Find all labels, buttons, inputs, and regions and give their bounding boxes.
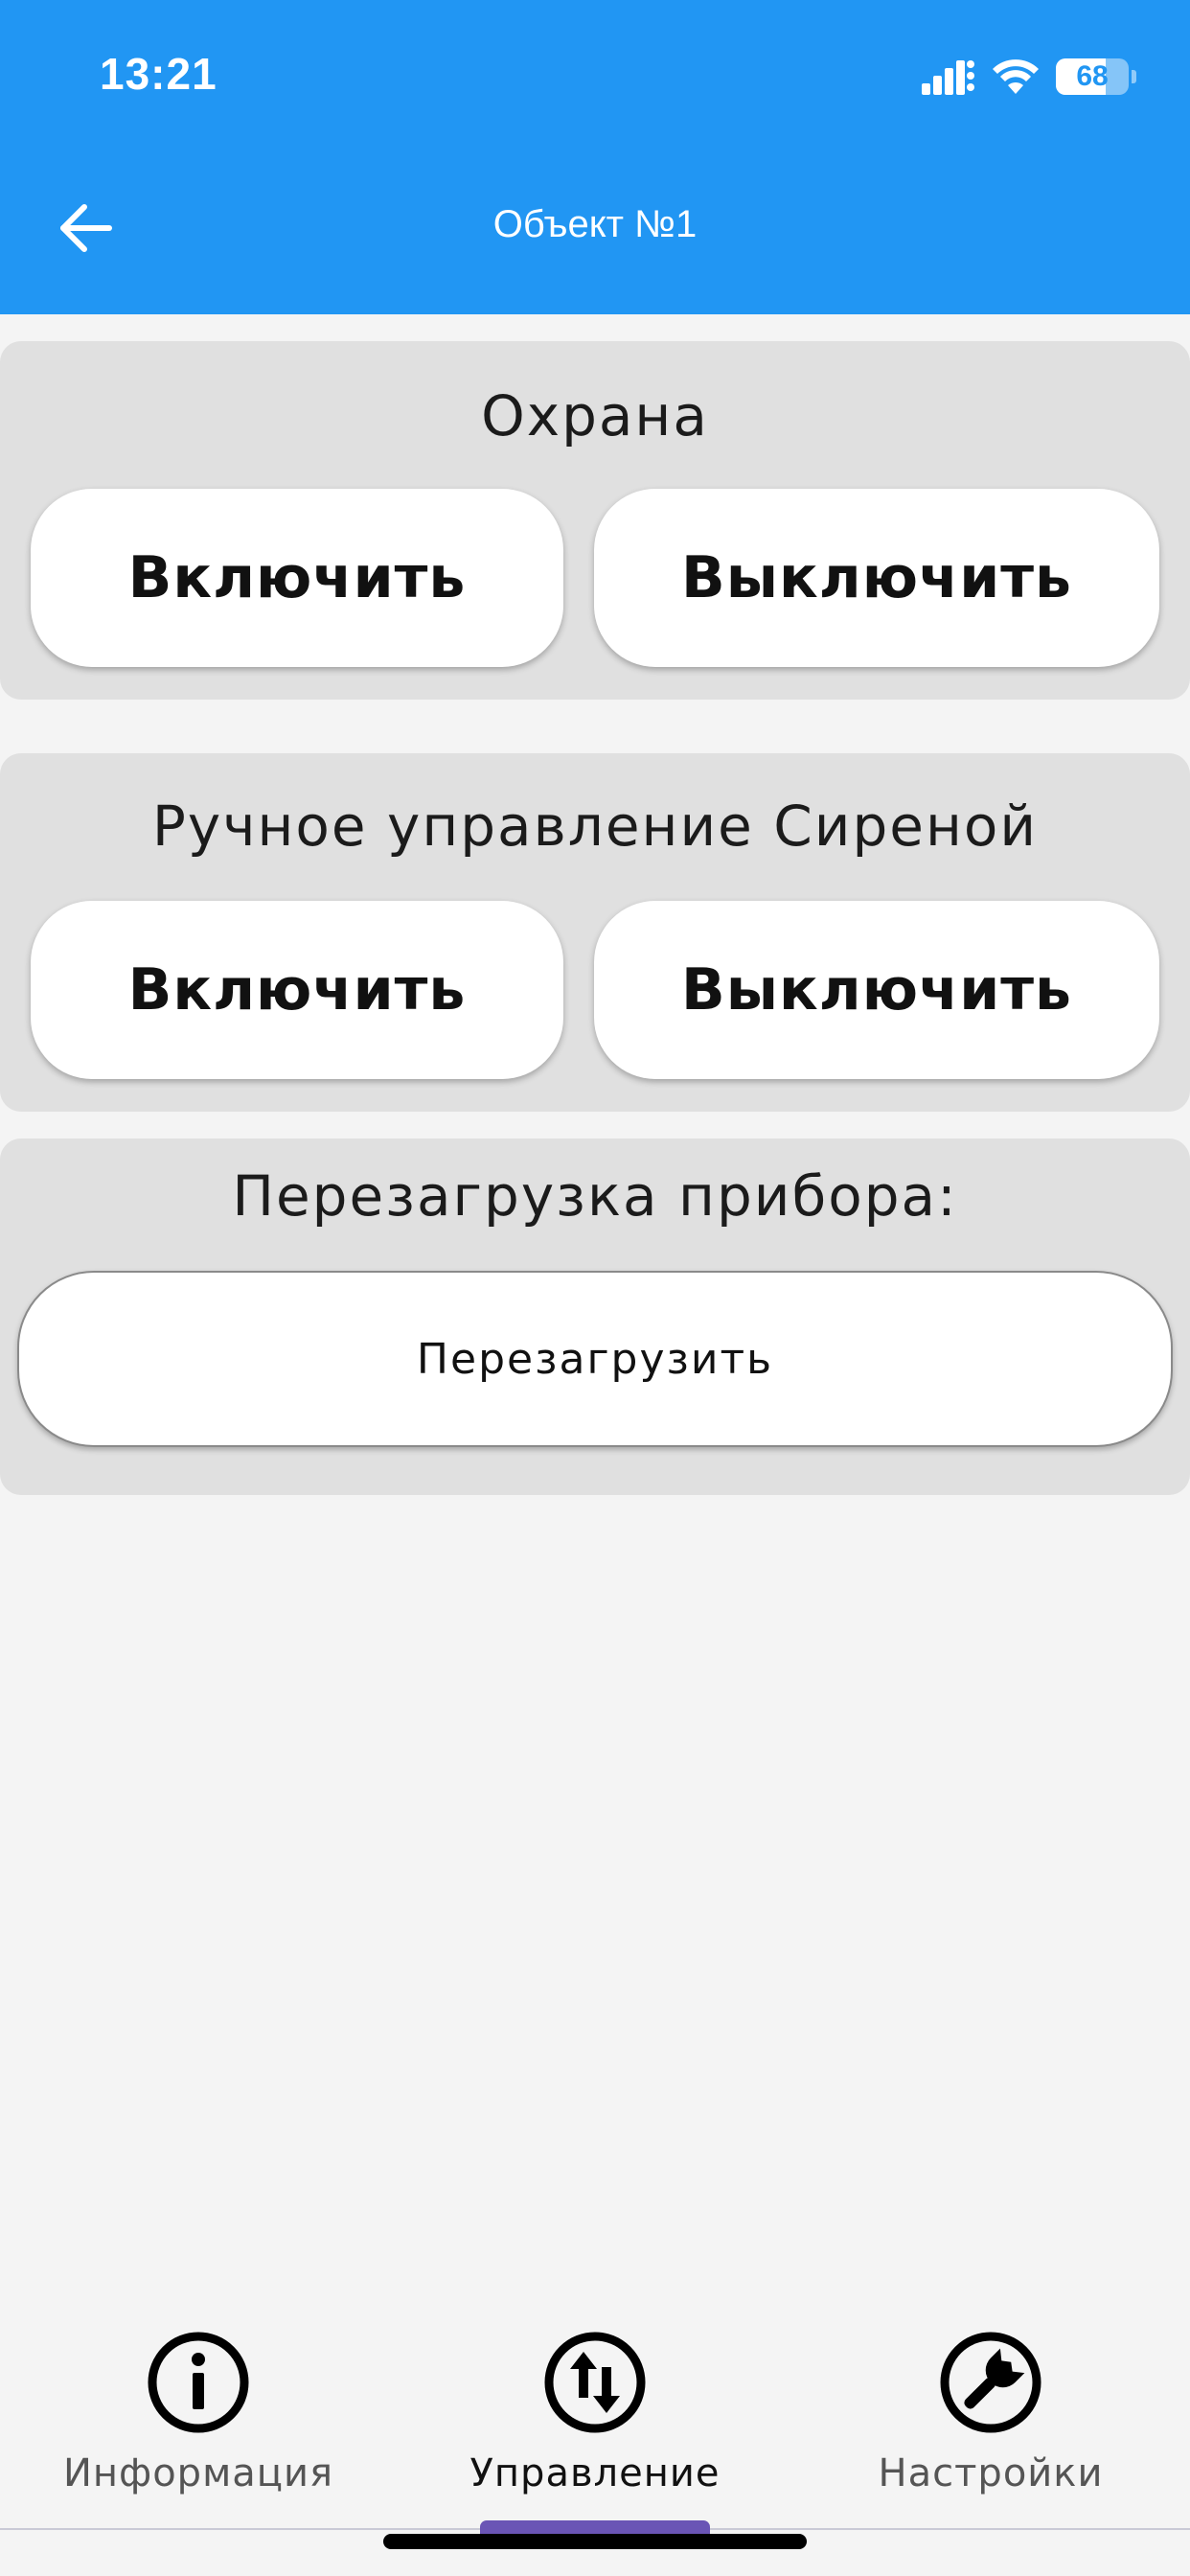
reboot-title: Перезагрузка прибора: [232, 1163, 958, 1229]
app-header: 13:21 68 Объект №1 [0, 0, 1190, 314]
siren-off-button[interactable]: Выключить [594, 901, 1159, 1079]
security-title: Охрана [481, 383, 709, 448]
nav-label-settings: Настройки [878, 2451, 1104, 2496]
info-circle-icon [148, 2332, 249, 2433]
nav-item-info[interactable]: Информация [7, 2331, 390, 2496]
nav-label-control: Управление [469, 2451, 721, 2496]
wrench-circle-icon [940, 2332, 1041, 2433]
wifi-icon [993, 59, 1039, 94]
security-off-button[interactable]: Выключить [594, 489, 1159, 667]
reboot-card: Перезагрузка прибора: Перезагрузить [0, 1138, 1190, 1495]
siren-title: Ручное управление Сиреной [151, 794, 1039, 859]
battery-icon: 68 [1056, 58, 1129, 95]
security-card: Охрана Включить Выключить [0, 341, 1190, 700]
siren-card: Ручное управление Сиреной Включить Выклю… [0, 753, 1190, 1112]
page-title: Объект №1 [492, 203, 698, 245]
battery-level: 68 [1076, 60, 1109, 92]
bottom-navigation: Информация Управление Настройки [0, 2300, 1190, 2530]
status-icons: 68 [922, 56, 1136, 98]
siren-on-button[interactable]: Включить [31, 901, 563, 1079]
reboot-button[interactable]: Перезагрузить [17, 1271, 1173, 1447]
nav-item-control[interactable]: Управление [403, 2331, 787, 2496]
cellular-signal-icon [922, 60, 974, 95]
security-on-button[interactable]: Включить [31, 489, 563, 667]
swap-vertical-circle-icon [544, 2332, 646, 2433]
battery-tip [1132, 70, 1136, 83]
status-time: 13:21 [100, 49, 217, 99]
nav-label-info: Информация [62, 2451, 334, 2496]
home-indicator [383, 2534, 807, 2549]
nav-item-settings[interactable]: Настройки [799, 2331, 1182, 2496]
nav-active-indicator [480, 2520, 710, 2534]
